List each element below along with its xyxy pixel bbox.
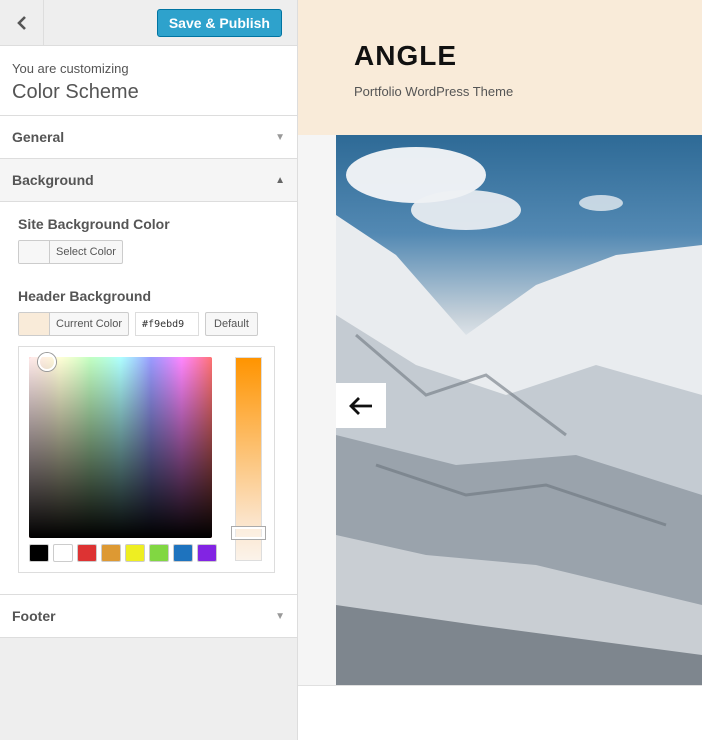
site-bg-color-button[interactable]: Select Color (18, 240, 123, 264)
palette-swatch[interactable] (29, 544, 49, 562)
chevron-left-icon (16, 15, 26, 30)
site-tagline: Portfolio WordPress Theme (354, 84, 514, 99)
site-header: ANGLE Portfolio WordPress Theme (298, 0, 702, 135)
background-section-body: Site Background Color Select Color Heade… (0, 202, 297, 595)
section-footer[interactable]: Footer ▼ (0, 595, 297, 638)
saturation-area[interactable] (29, 357, 212, 538)
back-button[interactable] (0, 0, 44, 45)
palette-swatch[interactable] (53, 544, 73, 562)
current-color-label: Current Color (56, 318, 123, 330)
save-publish-button[interactable]: Save & Publish (156, 9, 282, 37)
site-bg-swatch (19, 241, 50, 263)
preview-margin (298, 135, 336, 685)
customizing-label: You are customizing (12, 61, 129, 76)
picker-handle[interactable] (38, 353, 56, 371)
select-color-label: Select Color (56, 246, 116, 258)
caret-up-icon: ▲ (275, 174, 285, 186)
section-background[interactable]: Background ▲ (0, 159, 297, 202)
palette (29, 544, 217, 562)
section-footer-label: Footer (12, 608, 56, 624)
header-bg-title: Header Background (18, 288, 152, 304)
caret-down-icon: ▼ (275, 610, 285, 622)
customizer-header: Save & Publish (0, 0, 297, 46)
palette-swatch[interactable] (197, 544, 217, 562)
header-bg-color-button[interactable]: Current Color (18, 312, 130, 336)
header-bg-swatch (19, 313, 50, 335)
panel-title: Color Scheme (12, 81, 139, 103)
color-picker (18, 346, 275, 573)
mountain-image (336, 147, 702, 685)
customizing-info: You are customizing Color Scheme (0, 46, 297, 116)
caret-down-icon: ▼ (275, 131, 285, 143)
palette-swatch[interactable] (77, 544, 97, 562)
palette-swatch[interactable] (101, 544, 121, 562)
site-title[interactable]: ANGLE (354, 40, 702, 72)
hero-image (336, 135, 702, 685)
site-preview: ANGLE Portfolio WordPress Theme (298, 0, 702, 740)
default-button[interactable]: Default (205, 312, 258, 336)
customizer-panel: Save & Publish You are customizing Color… (0, 0, 298, 740)
section-general[interactable]: General ▼ (0, 116, 297, 159)
section-general-label: General (12, 129, 65, 145)
hex-value-input[interactable]: #f9ebd9 (135, 312, 200, 336)
palette-swatch[interactable] (149, 544, 169, 562)
slider-prev-button[interactable] (336, 383, 386, 428)
palette-swatch[interactable] (125, 544, 145, 562)
section-background-label: Background (12, 172, 94, 188)
site-bg-title: Site Background Color (18, 216, 170, 232)
arrow-left-icon (349, 396, 372, 415)
palette-swatch[interactable] (173, 544, 193, 562)
divider (298, 685, 702, 686)
hue-slider-handle[interactable] (232, 527, 265, 539)
